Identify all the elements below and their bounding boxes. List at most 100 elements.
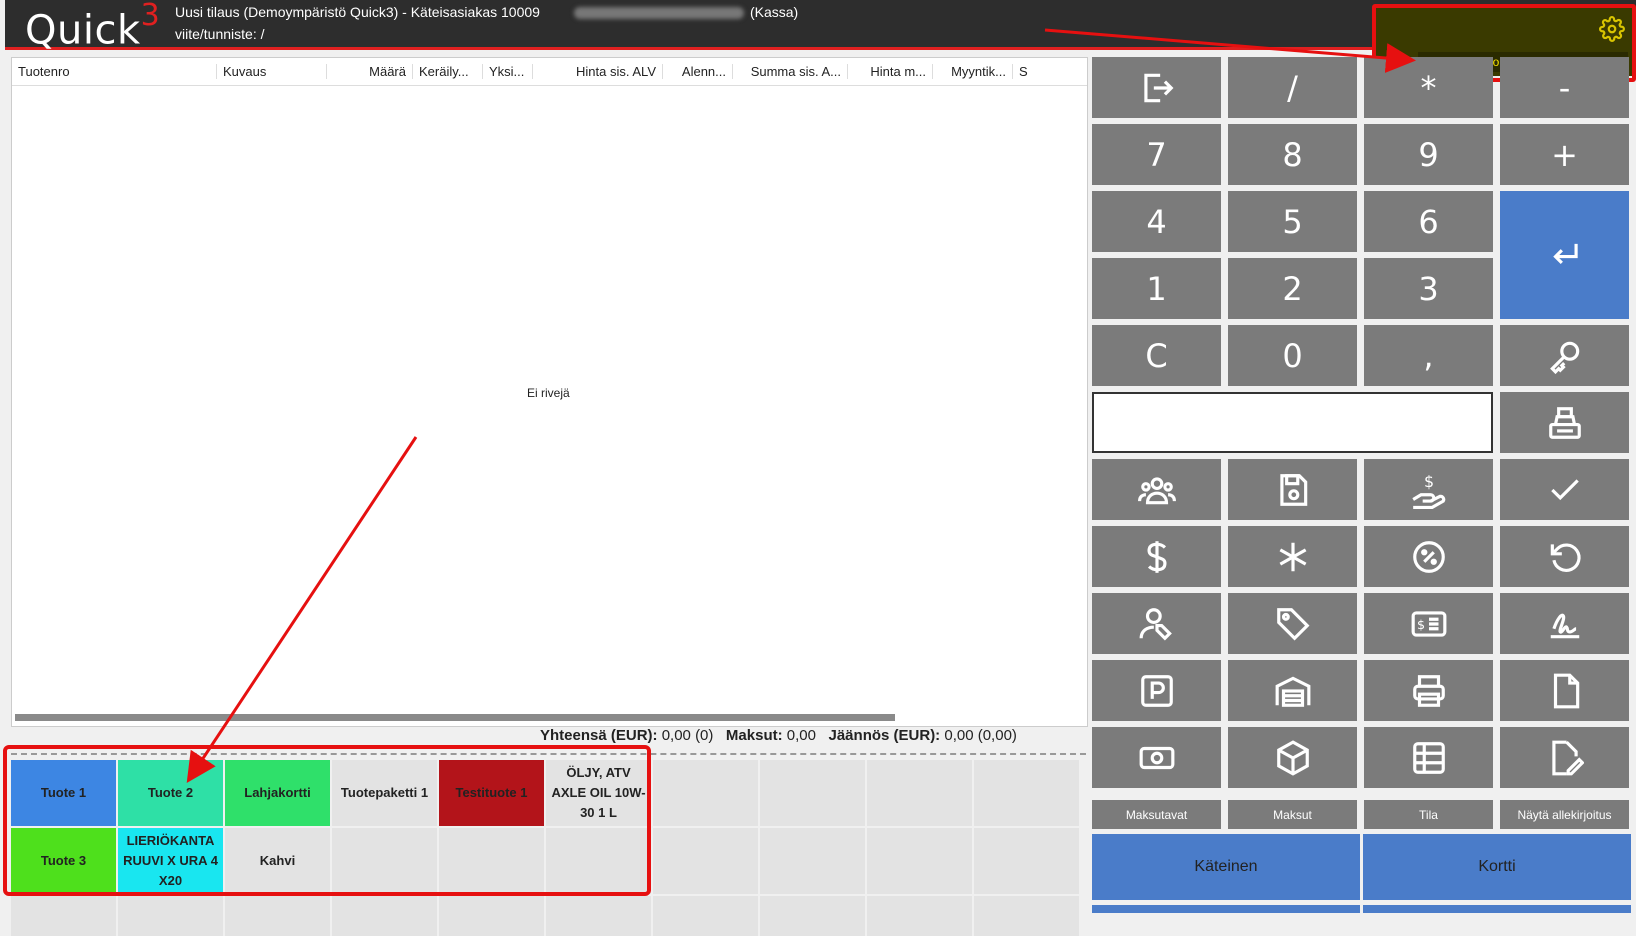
horizontal-scrollbar[interactable]	[15, 714, 895, 721]
quick-button-empty[interactable]	[653, 828, 758, 894]
edit-document-button[interactable]	[1500, 727, 1629, 788]
document-button[interactable]	[1500, 660, 1629, 721]
slash-key[interactable]: /	[1228, 57, 1357, 118]
plus-key[interactable]: +	[1500, 124, 1629, 185]
quick-button-empty[interactable]	[11, 896, 116, 936]
key-9[interactable]: 9	[1364, 124, 1493, 185]
key-button[interactable]	[1500, 325, 1629, 386]
quick-button-empty[interactable]	[760, 760, 865, 826]
price-button[interactable]	[1092, 526, 1221, 587]
key-7[interactable]: 7	[1092, 124, 1221, 185]
printer-icon	[1412, 674, 1445, 707]
key-4[interactable]: 4	[1092, 191, 1221, 252]
key-6[interactable]: 6	[1364, 191, 1493, 252]
col-discount[interactable]: Alenn...	[663, 64, 733, 79]
product-box-button[interactable]	[1228, 727, 1357, 788]
status-button[interactable]: Tila	[1364, 800, 1493, 829]
col-picking[interactable]: Keräily...	[413, 64, 483, 79]
banknote-button[interactable]	[1092, 727, 1221, 788]
quick-button-empty[interactable]	[225, 896, 330, 936]
box-icon	[1276, 739, 1309, 776]
quick-button-empty[interactable]	[974, 828, 1079, 894]
keypad-input-field[interactable]	[1092, 392, 1493, 453]
quick-button-empty[interactable]	[653, 760, 758, 826]
quick-button-empty[interactable]	[546, 896, 651, 936]
customer-tag-icon	[1139, 607, 1172, 640]
money-card-button[interactable]: $	[1364, 593, 1493, 654]
tag-button[interactable]	[1228, 593, 1357, 654]
col-price-excl[interactable]: Hinta m...	[848, 64, 933, 79]
reference-label: viite/tunniste: /	[175, 26, 265, 42]
customer-price-button[interactable]	[1092, 593, 1221, 654]
edit-document-icon	[1551, 740, 1584, 775]
show-signature-button[interactable]: Näytä allekirjoitus	[1500, 800, 1629, 829]
cash-register-icon	[1548, 406, 1581, 439]
signature-button[interactable]	[1500, 593, 1629, 654]
next-payment-button-right[interactable]	[1363, 905, 1631, 913]
key-5[interactable]: 5	[1228, 191, 1357, 252]
save-button[interactable]	[1228, 459, 1357, 520]
quick-button-empty[interactable]	[760, 896, 865, 936]
warehouse-icon	[1275, 676, 1310, 707]
order-rows-grid: Tuotenro Kuvaus Määrä Keräily... Yksi...…	[11, 57, 1088, 727]
undo-button[interactable]	[1500, 526, 1629, 587]
col-sum-incl-vat[interactable]: Summa sis. A...	[733, 64, 848, 79]
col-price-incl-vat[interactable]: Hinta sis. ALV	[533, 64, 663, 79]
col-quantity[interactable]: Määrä	[327, 64, 413, 79]
key-1[interactable]: 1	[1092, 258, 1221, 319]
payment-methods-button[interactable]: Maksutavat	[1092, 800, 1221, 829]
payments-button[interactable]: Maksut	[1228, 800, 1357, 829]
key-3[interactable]: 3	[1364, 258, 1493, 319]
highlight-box-quick-buttons	[3, 745, 651, 896]
confirm-button[interactable]	[1500, 459, 1629, 520]
key-8[interactable]: 8	[1228, 124, 1357, 185]
document-icon	[1553, 673, 1579, 708]
quick-button-empty[interactable]	[974, 896, 1079, 936]
cash-out-icon: $	[1411, 471, 1445, 509]
payment-buttons: Käteinen Kortti	[1092, 834, 1631, 900]
col-salesperson[interactable]: Myyntik...	[933, 64, 1013, 79]
quick-button-empty[interactable]	[653, 896, 758, 936]
logout-button[interactable]	[1092, 57, 1221, 118]
quick-button-empty[interactable]	[332, 896, 437, 936]
table-button[interactable]	[1364, 727, 1493, 788]
enter-button[interactable]	[1500, 191, 1629, 319]
col-s[interactable]: S	[1013, 64, 1033, 79]
cash-register-button[interactable]	[1500, 392, 1629, 453]
parking-button[interactable]	[1092, 660, 1221, 721]
minus-key[interactable]: -	[1500, 57, 1629, 118]
svg-text:$: $	[1417, 616, 1425, 631]
cash-out-button[interactable]: $	[1364, 459, 1493, 520]
discount-button[interactable]	[1364, 526, 1493, 587]
comma-key[interactable]: ,	[1364, 325, 1493, 386]
enter-icon	[1552, 243, 1578, 265]
customers-button[interactable]	[1092, 459, 1221, 520]
payment-buttons-next-row	[1092, 905, 1631, 913]
asterisk-button[interactable]	[1228, 526, 1357, 587]
quick-button-empty[interactable]	[867, 896, 972, 936]
totals-bar: Yhteensä (EUR): 0,00 (0) Maksut: 0,00 Jä…	[540, 727, 1017, 744]
col-unit[interactable]: Yksi...	[483, 64, 533, 79]
multiply-key[interactable]: *	[1364, 57, 1493, 118]
quick-button-empty[interactable]	[974, 760, 1079, 826]
quick-button-empty[interactable]	[867, 760, 972, 826]
card-payment-button[interactable]: Kortti	[1363, 834, 1631, 900]
key-0[interactable]: 0	[1228, 325, 1357, 386]
customers-icon	[1137, 476, 1176, 504]
print-button[interactable]	[1364, 660, 1493, 721]
warehouse-button[interactable]	[1228, 660, 1357, 721]
quick-button-empty[interactable]	[760, 828, 865, 894]
next-payment-button-left[interactable]	[1092, 905, 1360, 913]
quick-button-empty[interactable]	[867, 828, 972, 894]
col-description[interactable]: Kuvaus	[217, 64, 327, 79]
key-2[interactable]: 2	[1228, 258, 1357, 319]
money-card-icon: $	[1411, 610, 1446, 637]
function-labels: Maksutavat Maksut Tila Näytä allekirjoit…	[1092, 800, 1629, 829]
quick-button-empty[interactable]	[439, 896, 544, 936]
order-title: Uusi tilaus (Demoympäristö Quick3) - Kät…	[175, 4, 799, 20]
quick-button-empty[interactable]	[118, 896, 223, 936]
clear-key[interactable]: C	[1092, 325, 1221, 386]
col-product-no[interactable]: Tuotenro	[12, 64, 217, 79]
cash-payment-button[interactable]: Käteinen	[1092, 834, 1360, 900]
dollar-icon	[1146, 540, 1167, 573]
